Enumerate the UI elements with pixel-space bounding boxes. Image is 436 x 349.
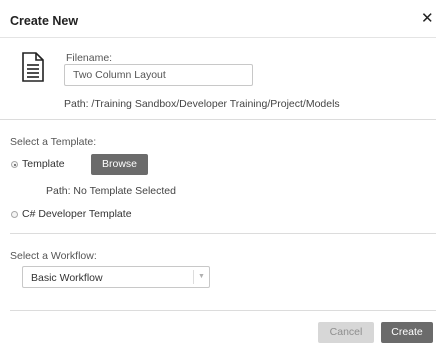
workflow-select[interactable]: Basic Workflow ▼ xyxy=(22,266,210,288)
template-path: Path: No Template Selected xyxy=(46,185,176,197)
select-separator xyxy=(193,270,194,284)
template-radio-label[interactable]: Template xyxy=(22,158,65,170)
footer-divider xyxy=(10,310,436,311)
model-path: Path: /Training Sandbox/Developer Traini… xyxy=(64,98,340,110)
document-icon xyxy=(22,52,44,82)
csharp-template-radio-label[interactable]: C# Developer Template xyxy=(22,208,132,220)
divider xyxy=(10,233,436,234)
dialog-header: Create New ✕ xyxy=(0,0,436,38)
template-section-label: Select a Template: xyxy=(10,136,97,148)
close-icon[interactable]: ✕ xyxy=(421,11,434,27)
filename-label: Filename: xyxy=(66,52,113,64)
workflow-section-label: Select a Workflow: xyxy=(10,250,97,262)
chevron-down-icon[interactable]: ▼ xyxy=(198,273,205,280)
browse-button[interactable]: Browse xyxy=(91,154,148,175)
csharp-template-radio[interactable] xyxy=(11,211,18,218)
dialog-title: Create New xyxy=(10,14,79,28)
filename-input[interactable] xyxy=(64,64,253,86)
workflow-select-value: Basic Workflow xyxy=(31,272,103,284)
cancel-button[interactable]: Cancel xyxy=(318,322,374,343)
template-radio[interactable] xyxy=(11,161,18,168)
create-button[interactable]: Create xyxy=(381,322,433,343)
